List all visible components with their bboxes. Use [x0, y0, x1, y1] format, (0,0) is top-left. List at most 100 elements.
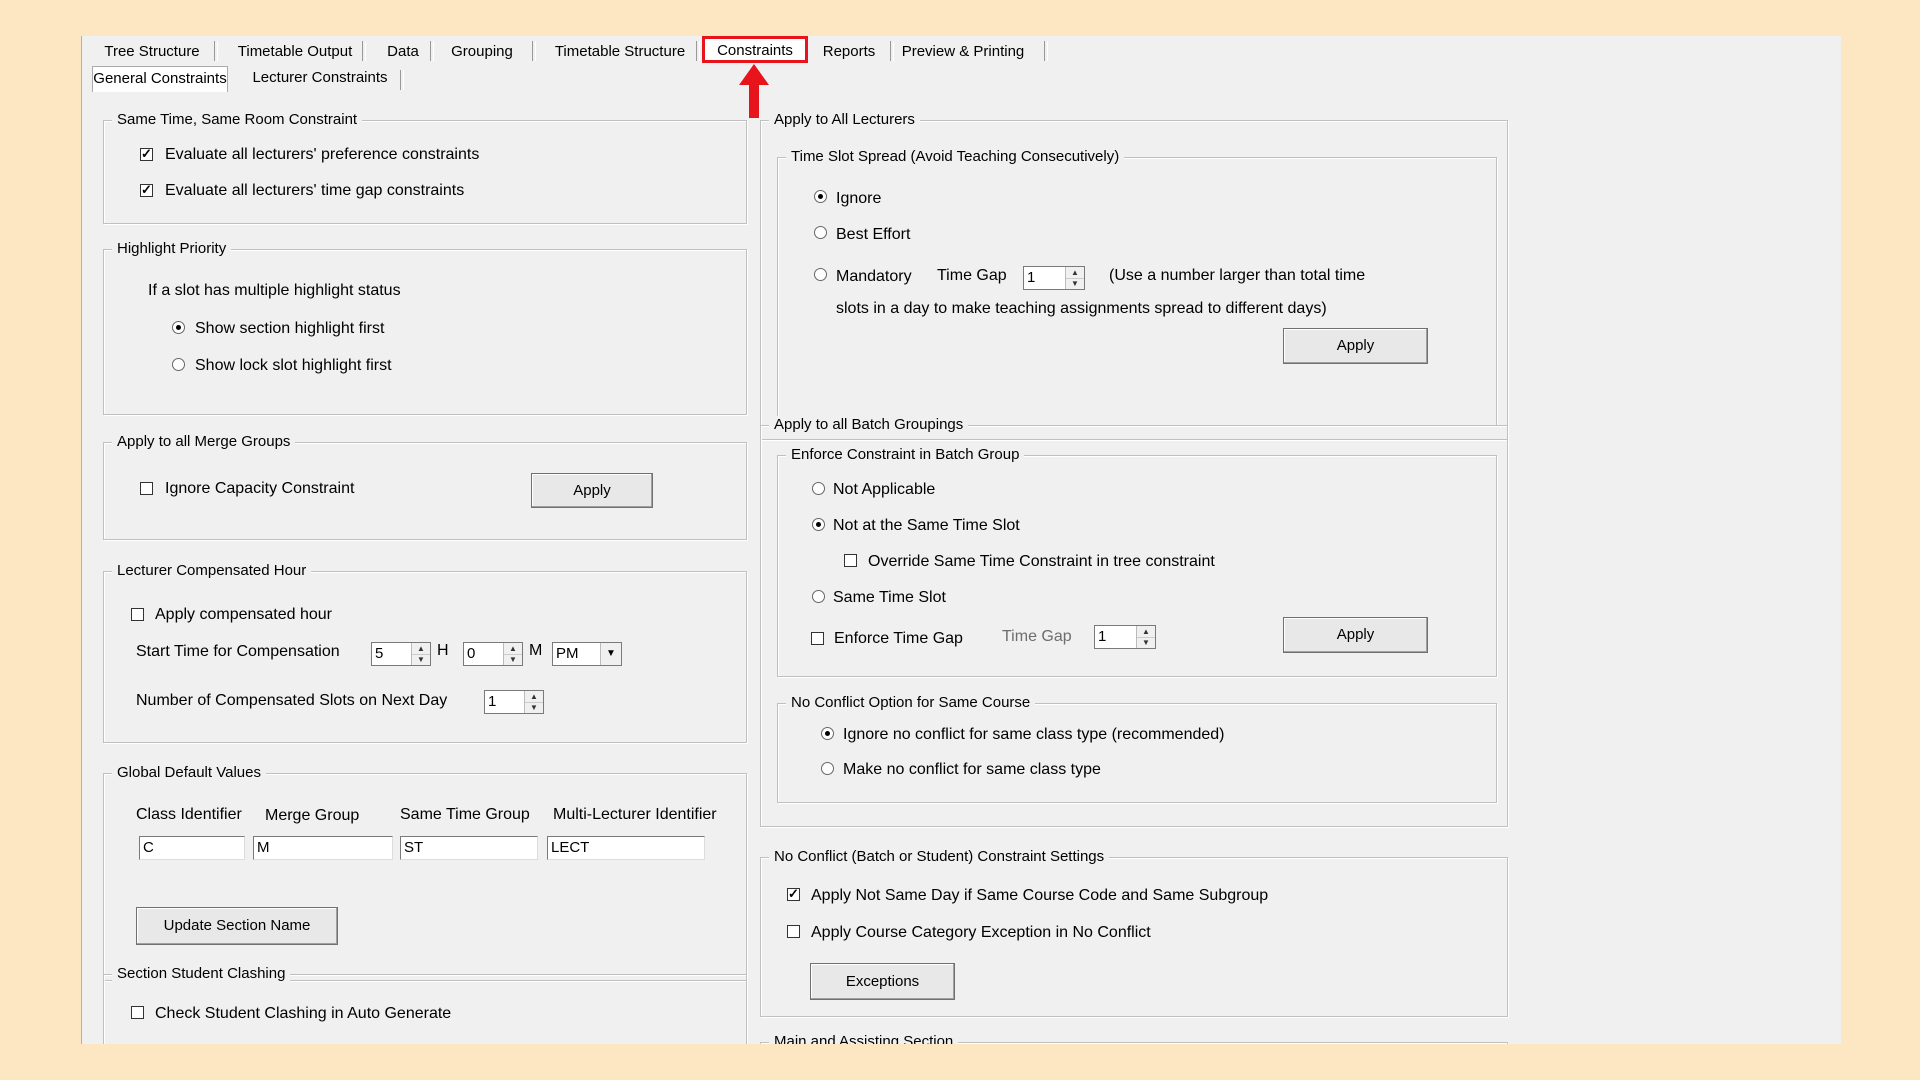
spread-apply-button[interactable]: Apply — [1283, 328, 1428, 364]
chevron-down-icon[interactable]: ▼ — [600, 643, 621, 665]
show-lock-radio[interactable] — [172, 358, 185, 371]
time-slot-spread-group: Time Slot Spread (Avoid Teaching Consecu… — [777, 148, 1497, 426]
compensated-slots-value: 1 — [488, 693, 497, 710]
spin-down-icon[interactable]: ▼ — [1137, 637, 1155, 648]
hour-stepper[interactable]: 5 ▲ ▼ — [371, 642, 431, 666]
batch-time-gap-value: 1 — [1098, 628, 1107, 645]
same-time-slot-radio[interactable] — [812, 590, 825, 603]
merge-group-label: Merge Group — [265, 807, 360, 824]
spread-time-gap-label: Time Gap — [937, 267, 1007, 284]
spread-best-effort-radio[interactable] — [814, 226, 827, 239]
tab-tree-structure[interactable]: Tree Structure — [92, 40, 212, 64]
same-time-room-title: Same Time, Same Room Constraint — [112, 111, 363, 129]
spin-down-icon[interactable]: ▼ — [504, 654, 522, 665]
class-identifier-input[interactable]: C — [139, 836, 245, 860]
ignore-no-conflict-radio[interactable] — [821, 727, 834, 740]
spread-ignore-radio[interactable] — [814, 190, 827, 203]
update-section-name-button[interactable]: Update Section Name — [136, 907, 338, 945]
same-day-label: Apply Not Same Day if Same Course Code a… — [811, 887, 1269, 904]
tab-reports[interactable]: Reports — [810, 40, 888, 64]
merge-groups-title: Apply to all Merge Groups — [112, 433, 296, 451]
not-same-slot-label: Not at the Same Time Slot — [833, 517, 1020, 534]
no-conflict-option-title: No Conflict Option for Same Course — [786, 694, 1036, 712]
batch-time-gap-stepper[interactable]: 1 ▲ ▼ — [1094, 625, 1156, 649]
ignore-no-conflict-label: Ignore no conflict for same class type (… — [843, 726, 1225, 743]
multi-lecturer-label: Multi-Lecturer Identifier — [553, 806, 717, 823]
spread-time-gap-value: 1 — [1027, 269, 1036, 286]
minute-value: 0 — [467, 645, 476, 662]
red-arrow-icon — [739, 64, 769, 118]
batch-groupings-title: Apply to all Batch Groupings — [769, 416, 969, 434]
time-slot-spread-title: Time Slot Spread (Avoid Teaching Consecu… — [786, 148, 1125, 166]
spin-down-icon[interactable]: ▼ — [412, 654, 430, 665]
application-window: Tree Structure Timetable Output Data Gro… — [81, 36, 1841, 1044]
eval-gap-checkbox[interactable] — [140, 181, 153, 199]
override-same-time-checkbox[interactable] — [844, 554, 857, 567]
enforce-time-gap-checkbox[interactable] — [811, 632, 824, 645]
override-same-time-label: Override Same Time Constraint in tree co… — [868, 553, 1215, 570]
main-assisting-group: Main and Assisting Section — [760, 1033, 1508, 1044]
spread-mandatory-label: Mandatory — [836, 268, 912, 285]
make-no-conflict-label: Make no conflict for same class type — [843, 761, 1101, 778]
show-section-label: Show section highlight first — [195, 320, 385, 337]
same-time-group-label: Same Time Group — [400, 806, 530, 823]
spread-note-line2: slots in a day to make teaching assignme… — [836, 300, 1327, 317]
multi-lecturer-input[interactable]: LECT — [547, 836, 705, 860]
ampm-select[interactable]: PM ▼ — [552, 642, 622, 666]
tab-lecturer-constraints[interactable]: Lecturer Constraints — [240, 66, 400, 92]
enforce-batch-title: Enforce Constraint in Batch Group — [786, 446, 1025, 464]
ignore-capacity-label: Ignore Capacity Constraint — [165, 480, 355, 497]
spin-down-icon[interactable]: ▼ — [1066, 278, 1084, 289]
hour-unit-label: H — [437, 642, 449, 659]
make-no-conflict-radio[interactable] — [821, 762, 834, 775]
section-clashing-title: Section Student Clashing — [112, 965, 291, 983]
compensated-slots-stepper[interactable]: 1 ▲ ▼ — [484, 690, 544, 714]
merge-apply-button[interactable]: Apply — [531, 473, 653, 508]
compensated-slots-label: Number of Compensated Slots on Next Day — [136, 692, 448, 709]
not-applicable-radio[interactable] — [812, 482, 825, 495]
spread-mandatory-radio[interactable] — [814, 268, 827, 281]
tab-preview-printing[interactable]: Preview & Printing — [898, 40, 1028, 64]
category-exception-checkbox[interactable] — [787, 925, 800, 938]
tab-timetable-structure[interactable]: Timetable Structure — [538, 40, 702, 64]
global-defaults-group: Global Default Values — [103, 764, 747, 981]
tab-data[interactable]: Data — [368, 40, 438, 64]
same-time-slot-label: Same Time Slot — [833, 589, 946, 606]
minute-unit-label: M — [529, 642, 543, 659]
show-section-radio[interactable] — [172, 321, 185, 334]
spin-down-icon[interactable]: ▼ — [525, 702, 543, 713]
main-assisting-title: Main and Assisting Section — [769, 1033, 959, 1044]
same-day-checkbox[interactable] — [787, 885, 800, 903]
eval-gap-label: Evaluate all lecturers' time gap constra… — [165, 182, 465, 199]
ampm-value: PM — [556, 645, 579, 662]
merge-group-input[interactable]: M — [253, 836, 393, 860]
enforce-time-gap-label: Enforce Time Gap — [834, 630, 963, 647]
spread-best-effort-label: Best Effort — [836, 226, 911, 243]
category-exception-label: Apply Course Category Exception in No Co… — [811, 924, 1151, 941]
no-conflict-settings-title: No Conflict (Batch or Student) Constrain… — [769, 848, 1110, 866]
compensated-hour-title: Lecturer Compensated Hour — [112, 562, 312, 580]
class-identifier-label: Class Identifier — [136, 806, 242, 823]
apply-compensated-label: Apply compensated hour — [155, 606, 332, 623]
spread-ignore-label: Ignore — [836, 190, 882, 207]
apply-compensated-checkbox[interactable] — [131, 608, 144, 621]
batch-time-gap-label: Time Gap — [1002, 628, 1072, 645]
minute-stepper[interactable]: 0 ▲ ▼ — [463, 642, 523, 666]
same-time-group-input[interactable]: ST — [400, 836, 538, 860]
tab-general-constraints[interactable]: General Constraints — [92, 66, 228, 92]
same-time-room-group: Same Time, Same Room Constraint — [103, 111, 747, 224]
tab-grouping[interactable]: Grouping — [436, 40, 528, 64]
check-clashing-label: Check Student Clashing in Auto Generate — [155, 1005, 452, 1022]
exceptions-button[interactable]: Exceptions — [810, 963, 955, 1000]
spread-note-line1: (Use a number larger than total time — [1109, 267, 1366, 284]
hour-value: 5 — [375, 645, 384, 662]
show-lock-label: Show lock slot highlight first — [195, 357, 392, 374]
batch-apply-button[interactable]: Apply — [1283, 617, 1428, 653]
eval-pref-checkbox[interactable] — [140, 145, 153, 163]
not-same-slot-radio[interactable] — [812, 518, 825, 531]
ignore-capacity-checkbox[interactable] — [140, 482, 153, 495]
tab-timetable-output[interactable]: Timetable Output — [220, 40, 370, 64]
check-clashing-checkbox[interactable] — [131, 1006, 144, 1019]
spread-time-gap-stepper[interactable]: 1 ▲ ▼ — [1023, 266, 1085, 290]
tab-constraints[interactable]: Constraints — [702, 36, 808, 63]
